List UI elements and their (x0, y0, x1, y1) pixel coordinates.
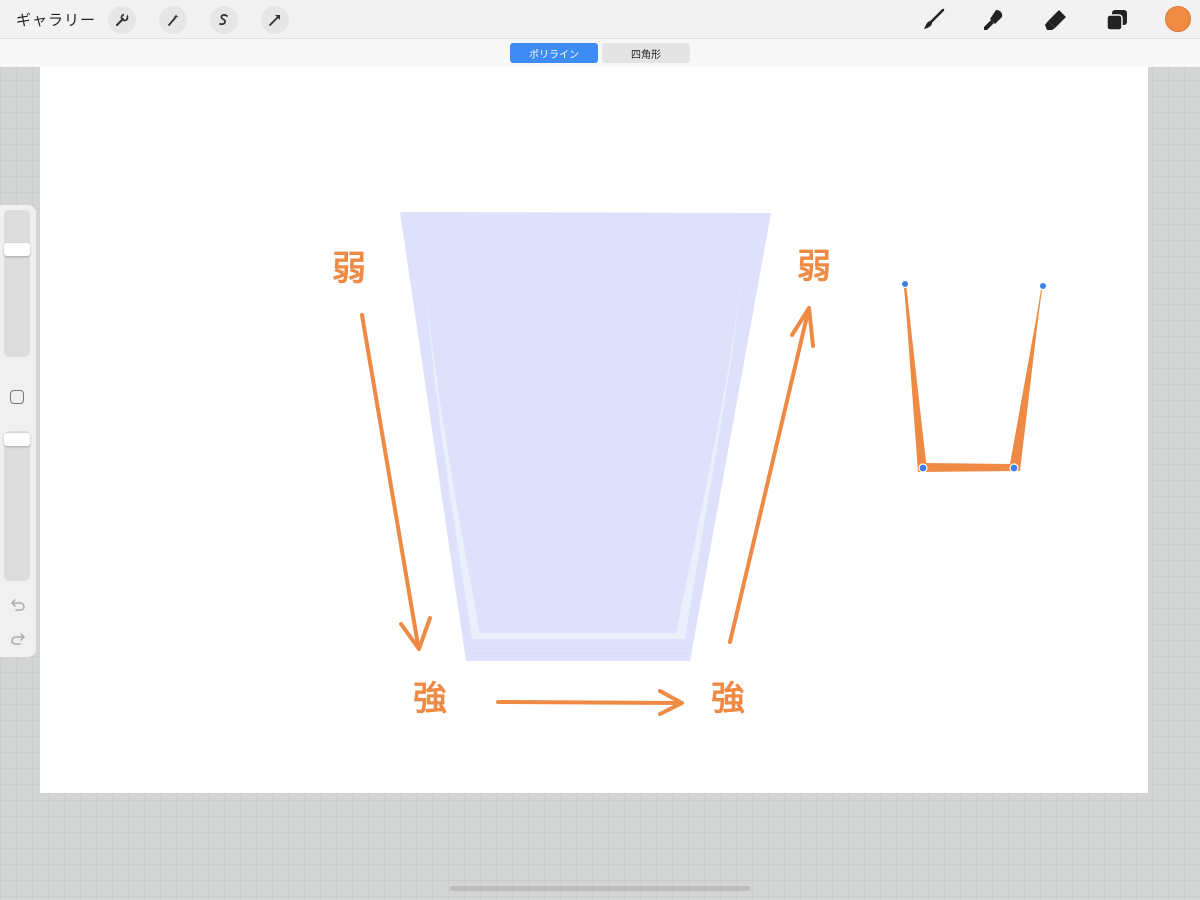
polyline-node[interactable] (1039, 282, 1047, 290)
undo-icon (11, 599, 25, 611)
brush-icon[interactable] (920, 6, 948, 34)
opacity-thumb[interactable] (4, 433, 30, 446)
label-weak-right: 弱 (797, 247, 831, 287)
polyline-button[interactable]: ポリライン (510, 43, 598, 63)
top-toolbar: ギャラリー (0, 0, 1200, 39)
arrow-right (496, 689, 684, 716)
polyline-node[interactable] (1009, 463, 1019, 473)
arrow-down (360, 313, 432, 651)
cup-body (400, 212, 771, 661)
layers-icon[interactable] (1103, 6, 1131, 34)
home-indicator (450, 886, 750, 891)
label-weak-left: 弱 (332, 249, 366, 289)
side-panel (0, 205, 36, 657)
label-strong-left: 強 (413, 679, 447, 719)
polyline-node[interactable] (918, 463, 928, 473)
wrench-icon[interactable] (108, 6, 136, 34)
label-strong-right: 強 (711, 679, 745, 719)
polyline-node[interactable] (901, 280, 909, 288)
brush-size-thumb[interactable] (4, 243, 30, 256)
cup-base-texture (472, 645, 688, 659)
shape-options-bar (0, 39, 1200, 67)
magic-wand-icon[interactable] (159, 6, 187, 34)
smudge-icon[interactable] (980, 6, 1008, 34)
redo-button[interactable] (8, 629, 28, 647)
opacity-slider[interactable] (4, 431, 30, 581)
color-swatch[interactable] (1165, 6, 1191, 32)
redo-icon (11, 633, 25, 645)
modify-button[interactable] (10, 390, 24, 404)
drawing-canvas[interactable]: 弱 強 強 弱 (40, 67, 1148, 793)
eraser-icon[interactable] (1042, 6, 1070, 34)
rectangle-button[interactable]: 四角形 (602, 43, 690, 63)
transform-icon[interactable] (261, 6, 289, 34)
undo-button[interactable] (8, 595, 28, 613)
selection-icon[interactable] (210, 6, 238, 34)
brush-size-slider[interactable] (4, 210, 30, 357)
gallery-button[interactable]: ギャラリー (16, 9, 96, 30)
polyline-fill (904, 283, 1042, 472)
